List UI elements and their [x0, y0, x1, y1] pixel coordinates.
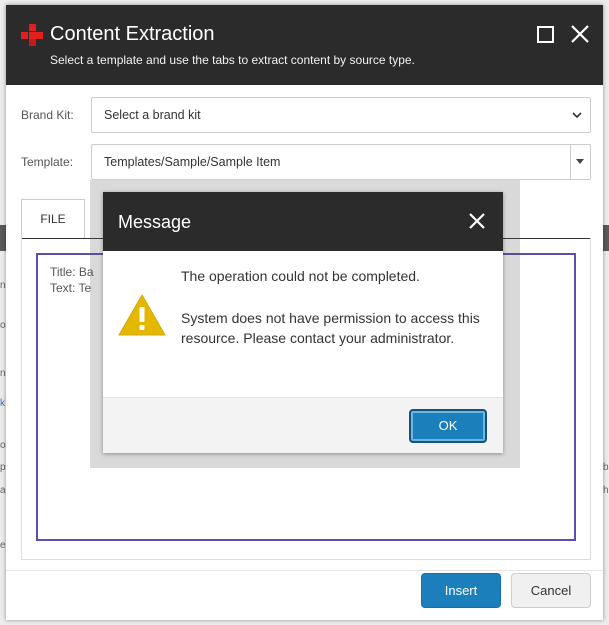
- message-footer: OK: [103, 397, 503, 453]
- insert-button[interactable]: Insert: [421, 573, 501, 608]
- close-icon[interactable]: [467, 211, 487, 231]
- message-headline: The operation could not be completed.: [181, 268, 420, 284]
- template-dropdown-button[interactable]: [570, 145, 590, 179]
- brand-kit-label: Brand Kit:: [21, 108, 74, 122]
- dialog-header: Content Extraction Select a template and…: [6, 5, 603, 85]
- brand-kit-value: Select a brand kit: [104, 108, 201, 122]
- template-label: Template:: [21, 155, 74, 169]
- message-dialog: Message The operation could not be compl…: [103, 192, 503, 453]
- template-combobox[interactable]: Templates/Sample/Sample Item: [91, 144, 591, 180]
- message-body: System does not have permission to acces…: [181, 310, 480, 346]
- dialog-title: Content Extraction: [50, 23, 215, 45]
- tab-file[interactable]: FILE: [21, 199, 85, 239]
- chevron-down-icon: [572, 112, 582, 119]
- caret-down-icon: [576, 159, 584, 164]
- dialog-subtitle: Select a template and use the tabs to ex…: [50, 53, 415, 67]
- background-text: p: [0, 462, 6, 473]
- background-text: a: [0, 485, 6, 496]
- brand-kit-select[interactable]: Select a brand kit: [91, 97, 591, 133]
- cancel-button[interactable]: Cancel: [511, 573, 591, 608]
- footer-divider: [6, 570, 603, 571]
- brand-logo-icon: [21, 24, 43, 46]
- warning-icon: [118, 294, 166, 336]
- message-title: Message: [118, 212, 192, 232]
- template-value: Templates/Sample/Sample Item: [104, 155, 281, 169]
- background-text: b: [603, 462, 609, 473]
- ok-button[interactable]: OK: [409, 409, 487, 443]
- message-header: Message: [103, 192, 503, 251]
- background-text: h: [603, 485, 609, 496]
- close-icon[interactable]: [569, 23, 591, 45]
- maximize-button[interactable]: [537, 26, 554, 43]
- background-text: k: [0, 398, 5, 409]
